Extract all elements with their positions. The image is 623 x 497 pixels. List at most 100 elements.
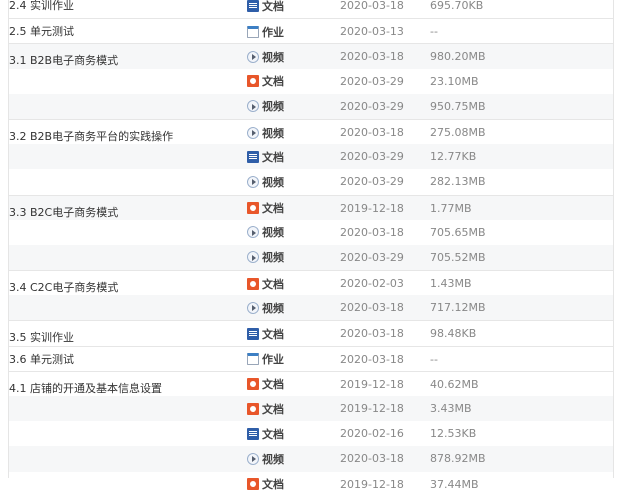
table-row[interactable]: 文档 2020-03-29 12.77KB: [9, 144, 613, 170]
table-row[interactable]: 文档 2019-12-18 3.43MB: [9, 396, 613, 422]
resource-type: 文档: [247, 144, 284, 169]
resource-date: 2020-03-13: [340, 25, 404, 39]
video-icon: [247, 251, 259, 264]
table-row[interactable]: 3.5 实训作业 文档 2020-03-18 98.48KB: [9, 320, 613, 345]
table-row[interactable]: 文档 2020-02-16 12.53KB: [9, 421, 613, 446]
resource-type: 文档: [247, 472, 284, 497]
resource-type: 文档: [247, 0, 284, 18]
resource-date: 2020-03-18: [340, 125, 404, 139]
resource-size: 98.48KB: [430, 327, 477, 341]
resource-title[interactable]: 2.5 单元测试: [9, 19, 74, 44]
resource-size: 878.92MB: [430, 452, 486, 466]
resource-size: 695.70KB: [430, 0, 484, 12]
table-row[interactable]: 3.2 B2B电子商务平台的实践操作 视频 2020-03-18 275.08M…: [9, 118, 613, 145]
resource-type: 视频: [247, 169, 284, 194]
table-row[interactable]: 3.6 单元测试 作业 2020-03-18 --: [9, 345, 613, 372]
video-icon: [247, 226, 259, 239]
resource-size: 12.77KB: [430, 150, 477, 164]
resource-size: 23.10MB: [430, 74, 479, 88]
resource-date: 2020-03-18: [340, 50, 404, 64]
resource-size: 3.43MB: [430, 402, 472, 415]
table-row[interactable]: 视频 2020-03-18 878.92MB: [9, 446, 613, 472]
resource-type: 视频: [247, 220, 284, 245]
resource-date: 2020-03-18: [340, 0, 404, 12]
video-icon: [247, 452, 259, 465]
resource-type-label: 视频: [262, 100, 284, 114]
word-icon: [247, 150, 259, 163]
table-row[interactable]: 3.1 B2B电子商务模式 视频 2020-03-18 980.20MB: [9, 43, 613, 69]
resource-type-label: 文档: [262, 328, 284, 342]
resource-title[interactable]: 2.4 实训作业: [9, 0, 74, 18]
ppt-icon: [247, 478, 259, 491]
resource-date: 2020-03-29: [340, 150, 404, 164]
word-icon: [247, 427, 259, 440]
resource-type-label: 文档: [262, 150, 284, 164]
resource-table: 2.4 实训作业 文档 2020-03-18 695.70KB 2.5 单元测试…: [9, 0, 613, 497]
table-row[interactable]: 视频 2020-03-18 717.12MB: [9, 295, 613, 321]
resource-type: 文档: [247, 396, 284, 421]
resource-date: 2020-03-29: [340, 74, 404, 88]
resource-type: 文档: [247, 271, 284, 296]
resource-type: 文档: [247, 196, 284, 221]
resource-type-label: 视频: [262, 301, 284, 315]
table-row[interactable]: 视频 2020-03-29 950.75MB: [9, 93, 613, 119]
table-row[interactable]: 4.1 店铺的开通及基本信息设置 文档 2019-12-18 40.62MB: [9, 370, 613, 397]
resource-type: 视频: [247, 295, 284, 320]
resource-date: 2020-02-16: [340, 427, 404, 441]
resource-date: 2019-12-18: [340, 477, 404, 491]
resource-date: 2020-03-29: [340, 99, 404, 113]
table-row[interactable]: 3.3 B2C电子商务模式 文档 2019-12-18 1.77MB: [9, 194, 613, 221]
resource-title[interactable]: 3.6 单元测试: [9, 347, 74, 372]
video-icon: [247, 301, 259, 314]
table-row[interactable]: 视频 2020-03-18 705.65MB: [9, 220, 613, 245]
ppt-icon: [247, 402, 259, 415]
ppt-icon: [247, 75, 259, 88]
resource-size: --: [430, 25, 438, 39]
resource-date: 2020-03-18: [340, 452, 404, 466]
resource-type-label: 文档: [262, 202, 284, 216]
resource-type: 文档: [247, 421, 284, 446]
resource-date: 2020-03-18: [340, 225, 404, 239]
resource-size: 1.77MB: [430, 201, 472, 215]
resource-type: 视频: [247, 446, 284, 471]
resource-type-label: 视频: [262, 175, 284, 189]
video-icon: [247, 175, 259, 188]
resource-type-label: 作业: [262, 353, 284, 367]
resource-size: 950.75MB: [430, 99, 486, 113]
resource-type-label: 文档: [262, 378, 284, 392]
resource-type-label: 文档: [262, 427, 284, 441]
resource-type: 文档: [247, 69, 284, 94]
resource-type-label: 视频: [262, 452, 284, 466]
video-icon: [247, 100, 259, 113]
resource-type: 视频: [247, 245, 284, 270]
video-icon: [247, 50, 259, 63]
homework-icon: [247, 353, 259, 366]
resource-date: 2020-02-03: [340, 277, 404, 291]
table-row[interactable]: 文档 2020-03-29 23.10MB: [9, 69, 613, 94]
resource-size: 717.12MB: [430, 301, 486, 315]
video-icon: [247, 126, 259, 139]
table-row[interactable]: 2.5 单元测试 作业 2020-03-13 --: [9, 18, 613, 43]
resource-type: 文档: [247, 372, 284, 397]
resource-type: 视频: [247, 94, 284, 119]
table-row[interactable]: 视频 2020-03-29 282.13MB: [9, 169, 613, 194]
homework-icon: [247, 25, 259, 38]
word-icon: [247, 328, 259, 341]
resource-type-label: 视频: [262, 226, 284, 240]
table-row[interactable]: 3.4 C2C电子商务模式 文档 2020-02-03 1.43MB: [9, 270, 613, 295]
table-row[interactable]: 视频 2020-03-29 705.52MB: [9, 244, 613, 271]
resource-date: 2020-03-18: [340, 301, 404, 315]
table-row[interactable]: 文档 2019-12-18 37.44MB: [9, 472, 613, 497]
resource-date: 2019-12-18: [340, 377, 404, 391]
ppt-icon: [247, 202, 259, 215]
resource-type: 作业: [247, 19, 284, 44]
resource-size: 980.20MB: [430, 50, 486, 64]
resource-type-label: 文档: [262, 277, 284, 291]
resource-date: 2019-12-18: [340, 201, 404, 215]
ppt-icon: [247, 277, 259, 290]
resource-type: 文档: [247, 321, 284, 346]
resource-type: 视频: [247, 120, 284, 145]
resource-size: --: [430, 352, 438, 366]
resource-type-label: 视频: [262, 251, 284, 265]
table-row[interactable]: 2.4 实训作业 文档 2020-03-18 695.70KB: [9, 0, 613, 18]
